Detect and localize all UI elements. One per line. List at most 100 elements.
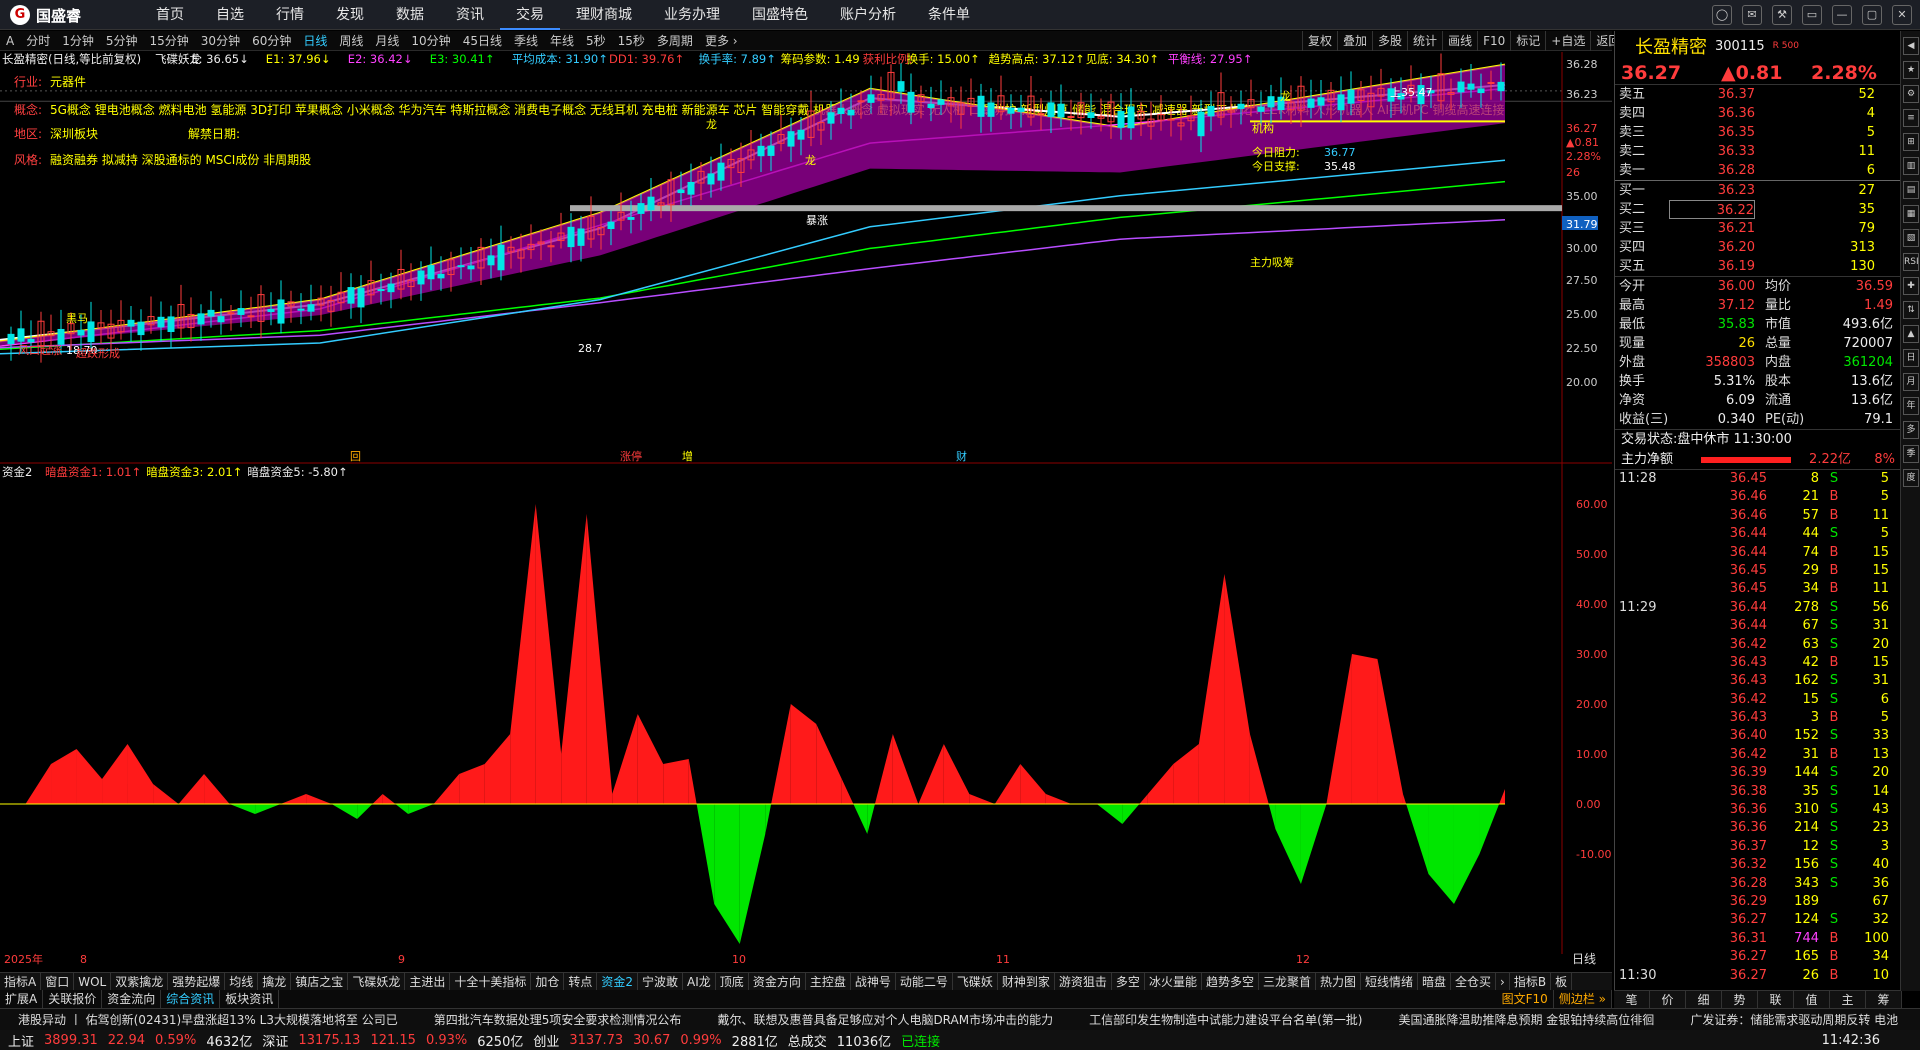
indicator-tab[interactable]: 窗口 <box>41 973 75 990</box>
period-tab[interactable]: A <box>0 31 20 50</box>
quote-tab[interactable]: 筹 <box>1866 991 1902 1008</box>
quote-tab[interactable]: 价 <box>1650 991 1686 1008</box>
chart-tool-button[interactable]: F10 <box>1477 31 1510 51</box>
period-tab[interactable]: 60分钟 <box>246 31 297 50</box>
indicator-tab[interactable]: 热力图 <box>1316 973 1361 990</box>
sidebar-icon[interactable]: ≡ <box>1903 109 1919 127</box>
bid-row[interactable]: 买一 36.23 27 <box>1615 181 1902 200</box>
sidebar-icon[interactable]: ⊞ <box>1903 133 1919 151</box>
indicator-tab[interactable]: 趋势多空 <box>1202 973 1259 990</box>
indicator-tab[interactable]: › <box>1496 973 1510 990</box>
window-control-icon[interactable]: ▭ <box>1802 5 1822 25</box>
chart-tool-button[interactable]: 画线 <box>1442 31 1477 51</box>
sidebar-icon[interactable]: ✚ <box>1903 277 1919 295</box>
menu-item[interactable]: 数据 <box>380 0 440 30</box>
capital-indicator-chart[interactable]: 资金2 暗盘资金1: 1.01↑ 暗盘资金3: 2.01↑ 暗盘资金5: -5.80↑… <box>0 464 1612 966</box>
indicator-tab[interactable]: 均线 <box>225 973 259 990</box>
menu-item[interactable]: 发现 <box>320 0 380 30</box>
news-item[interactable]: 广发证券：储能需求驱动周期反转 电池 <box>1672 1009 1916 1030</box>
indicator-tab[interactable]: 战神号 <box>851 973 896 990</box>
sidebar-icon[interactable]: 年 <box>1903 397 1919 415</box>
indicator-tab[interactable]: 指标B <box>1510 973 1552 990</box>
indicator-tab[interactable]: 转点 <box>564 973 598 990</box>
window-control-icon[interactable]: ✉ <box>1742 5 1762 25</box>
period-tab[interactable]: 更多 › <box>699 31 744 50</box>
window-control-icon[interactable]: ⚒ <box>1772 5 1792 25</box>
period-tab[interactable]: 15分钟 <box>144 31 195 50</box>
sidebar-icon[interactable]: ▥ <box>1903 157 1919 175</box>
indicator-tab[interactable]: 三龙聚首 <box>1259 973 1316 990</box>
period-tab[interactable]: 日线 <box>297 31 333 50</box>
sidebar-icon[interactable]: 季 <box>1903 445 1919 463</box>
chart-tool-button[interactable]: 多股 <box>1372 31 1407 51</box>
extension-tab[interactable]: 扩展A <box>0 990 44 1008</box>
indicator-tab[interactable]: 顶底 <box>716 973 749 990</box>
menu-item[interactable]: 理财商城 <box>560 0 648 30</box>
sidebar-icon[interactable]: RSI <box>1903 253 1919 271</box>
indicator-tab[interactable]: 双紫擒龙 <box>111 973 169 990</box>
sidebar-icon[interactable]: 多 <box>1903 421 1919 439</box>
menu-item[interactable]: 首页 <box>140 0 200 30</box>
menu-item[interactable]: 行情 <box>260 0 320 30</box>
sidebar-icon[interactable]: ▤ <box>1903 181 1919 199</box>
period-tab[interactable]: 1分钟 <box>56 31 100 50</box>
news-item[interactable]: 第四批汽车数据处理5项安全要求检测情况公布 <box>416 1009 700 1030</box>
news-item[interactable]: 港股异动 丨 佑驾创新(02431)早盘涨超13% L3大规模落地将至 公司已 <box>0 1009 416 1030</box>
extension-tab[interactable]: 综合资讯 <box>161 990 221 1008</box>
quote-tab[interactable]: 笔 <box>1614 991 1650 1008</box>
period-tab[interactable]: 30分钟 <box>195 31 246 50</box>
indicator-tab[interactable]: 暗盘 <box>1418 973 1452 990</box>
ask-row[interactable]: 卖四 36.36 4 <box>1615 104 1902 123</box>
chart-tool-button[interactable]: 复权 <box>1302 31 1337 51</box>
period-tab[interactable]: 15秒 <box>612 31 651 50</box>
menu-item[interactable]: 自选 <box>200 0 260 30</box>
extension-tab[interactable]: 板块资讯 <box>220 990 280 1008</box>
menu-item[interactable]: 交易 <box>500 0 560 30</box>
panel-toggle[interactable]: 图文F10 <box>1497 990 1554 1008</box>
bid-row[interactable]: 买三 36.21 79 <box>1615 219 1902 238</box>
period-tab[interactable]: 10分钟 <box>405 31 456 50</box>
ask-row[interactable]: 卖一 36.28 6 <box>1615 161 1902 180</box>
quote-tab[interactable]: 联 <box>1758 991 1794 1008</box>
indicator-tab[interactable]: 宁波敢 <box>638 973 684 990</box>
sidebar-icon[interactable]: ▲ <box>1903 325 1919 343</box>
menu-item[interactable]: 国盛特色 <box>736 0 824 30</box>
indicator-tab[interactable]: 指标A <box>0 973 42 990</box>
indicator-tab[interactable]: 财神到家 <box>998 973 1055 990</box>
menu-item[interactable]: 条件单 <box>912 0 986 30</box>
bid-row[interactable]: 买二 36.22 35 <box>1615 200 1902 219</box>
app-logo[interactable]: G 国盛睿 <box>10 4 81 26</box>
sidebar-icon[interactable]: ⇅ <box>1903 301 1919 319</box>
indicator-tab[interactable]: 资金2 <box>597 973 639 990</box>
indicator-tab[interactable]: 冰火量能 <box>1145 973 1202 990</box>
chart-tool-button[interactable]: 标记 <box>1510 31 1545 51</box>
quote-tab[interactable]: 细 <box>1686 991 1722 1008</box>
sidebar-icon[interactable]: 日 <box>1903 349 1919 367</box>
sidebar-icon[interactable]: ▧ <box>1903 229 1919 247</box>
capital-svg[interactable]: 资金2 暗盘资金1: 1.01↑ 暗盘资金3: 2.01↑ 暗盘资金5: -5.80↑… <box>0 464 1612 972</box>
ask-row[interactable]: 卖二 36.33 11 <box>1615 142 1902 161</box>
indicator-tab[interactable]: 十全十美指标 <box>450 973 532 990</box>
bid-row[interactable]: 买四 36.20 313 <box>1615 238 1902 257</box>
period-tab[interactable]: 季线 <box>508 31 544 50</box>
news-item[interactable]: 工信部印发生物制造中试能力建设平台名单(第一批) <box>1071 1009 1380 1030</box>
indicator-tab[interactable]: 资金方向 <box>749 973 806 990</box>
indicator-tab[interactable]: 强势起爆 <box>168 973 226 990</box>
sidebar-icon[interactable]: 月 <box>1903 373 1919 391</box>
indicator-tab[interactable]: 主控盘 <box>806 973 851 990</box>
indicator-tab[interactable]: 飞碟妖 <box>953 973 998 990</box>
news-item[interactable]: 美国通胀降温助推降息预期 金银铂持续高位徘徊 <box>1380 1009 1672 1030</box>
period-tab[interactable]: 分时 <box>20 31 56 50</box>
quote-tab[interactable]: 值 <box>1794 991 1830 1008</box>
indicator-tab[interactable]: WOL <box>74 973 112 990</box>
kline-chart[interactable]: 长盈精密(日线,等比前复权) 飞碟妖龙 E: 36.65↓ E1: 37.96↓ E2:… <box>0 52 1612 464</box>
window-control-icon[interactable]: ◯ <box>1712 5 1732 25</box>
sidebar-icon[interactable]: ⚙ <box>1903 85 1919 103</box>
indicator-tab[interactable]: 短线情绪 <box>1361 973 1419 990</box>
window-control-icon[interactable]: ✕ <box>1892 5 1912 25</box>
quote-tab[interactable]: 势 <box>1722 991 1758 1008</box>
period-tab[interactable]: 5分钟 <box>100 31 144 50</box>
menu-item[interactable]: 账户分析 <box>824 0 912 30</box>
x-axis-period[interactable]: 日线 <box>1572 952 1596 966</box>
period-tab[interactable]: 多周期 <box>651 31 699 50</box>
